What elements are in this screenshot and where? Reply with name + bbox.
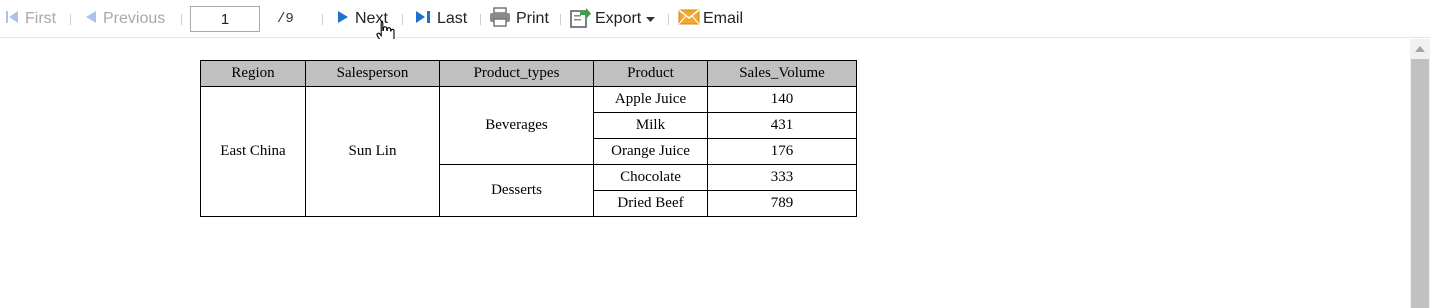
export-label: Export: [595, 10, 642, 27]
region-cell: East China: [200, 86, 306, 217]
last-page-button[interactable]: Last: [414, 0, 467, 38]
print-button[interactable]: Print: [489, 0, 549, 38]
page-number-input[interactable]: [190, 6, 260, 32]
last-page-label: Last: [437, 10, 468, 27]
toolbar-separator: [70, 14, 71, 25]
scrollbar-thumb[interactable]: [1411, 59, 1429, 308]
envelope-icon: [678, 8, 700, 30]
sales-volume-cell: 176: [707, 138, 857, 165]
chevron-down-icon: [646, 10, 656, 28]
previous-page-button[interactable]: Previous: [84, 0, 165, 38]
first-page-button[interactable]: First: [4, 0, 56, 38]
sales-volume-cell: 431: [707, 112, 857, 139]
print-label: Print: [516, 10, 549, 27]
header-row: Region Salesperson Product_types Product…: [200, 60, 857, 87]
next-page-icon: [336, 9, 350, 30]
email-button[interactable]: Email: [678, 0, 743, 38]
product-cell: Apple Juice: [593, 86, 708, 113]
product-cell: Milk: [593, 112, 708, 139]
page-total: /9: [277, 11, 294, 27]
report-toolbar: First Previous /9 Next Last Print: [0, 0, 1430, 45]
last-page-icon: [414, 9, 432, 30]
product-type-cell: Beverages: [439, 86, 594, 165]
salesperson-cell: Sun Lin: [305, 86, 440, 217]
product-cell: Chocolate: [593, 164, 708, 191]
sales-volume-cell: 140: [707, 86, 857, 113]
toolbar-separator: [322, 14, 323, 25]
table-row: East China Sun Lin Beverages Apple Juice…: [200, 86, 857, 217]
toolbar-separator: [402, 14, 403, 25]
email-label: Email: [703, 10, 744, 27]
vertical-scrollbar[interactable]: [1410, 39, 1430, 308]
sales-volume-cell: 333: [707, 164, 857, 191]
toolbar-separator: [181, 14, 182, 25]
product-type-cell: Desserts: [439, 164, 594, 217]
first-page-icon: [4, 9, 20, 30]
previous-page-label: Previous: [103, 10, 166, 27]
column-header: Salesperson: [305, 60, 440, 87]
first-page-label: First: [25, 10, 57, 27]
column-header: Sales_Volume: [707, 60, 857, 87]
export-icon: [570, 6, 592, 33]
column-header: Product: [593, 60, 708, 87]
product-cell: Dried Beef: [593, 190, 708, 217]
sales-volume-cell: 789: [707, 190, 857, 217]
toolbar-separator: [668, 14, 669, 25]
column-header: Region: [200, 60, 306, 87]
previous-page-icon: [84, 9, 98, 30]
toolbar-separator: [480, 14, 481, 25]
report-table: Region Salesperson Product_types Product…: [200, 60, 857, 217]
scroll-up-arrow-icon[interactable]: [1414, 44, 1426, 54]
export-button[interactable]: Export: [570, 0, 656, 38]
product-cell: Orange Juice: [593, 138, 708, 165]
column-header: Product_types: [439, 60, 594, 87]
toolbar-separator: [560, 14, 561, 25]
printer-icon: [489, 6, 511, 32]
